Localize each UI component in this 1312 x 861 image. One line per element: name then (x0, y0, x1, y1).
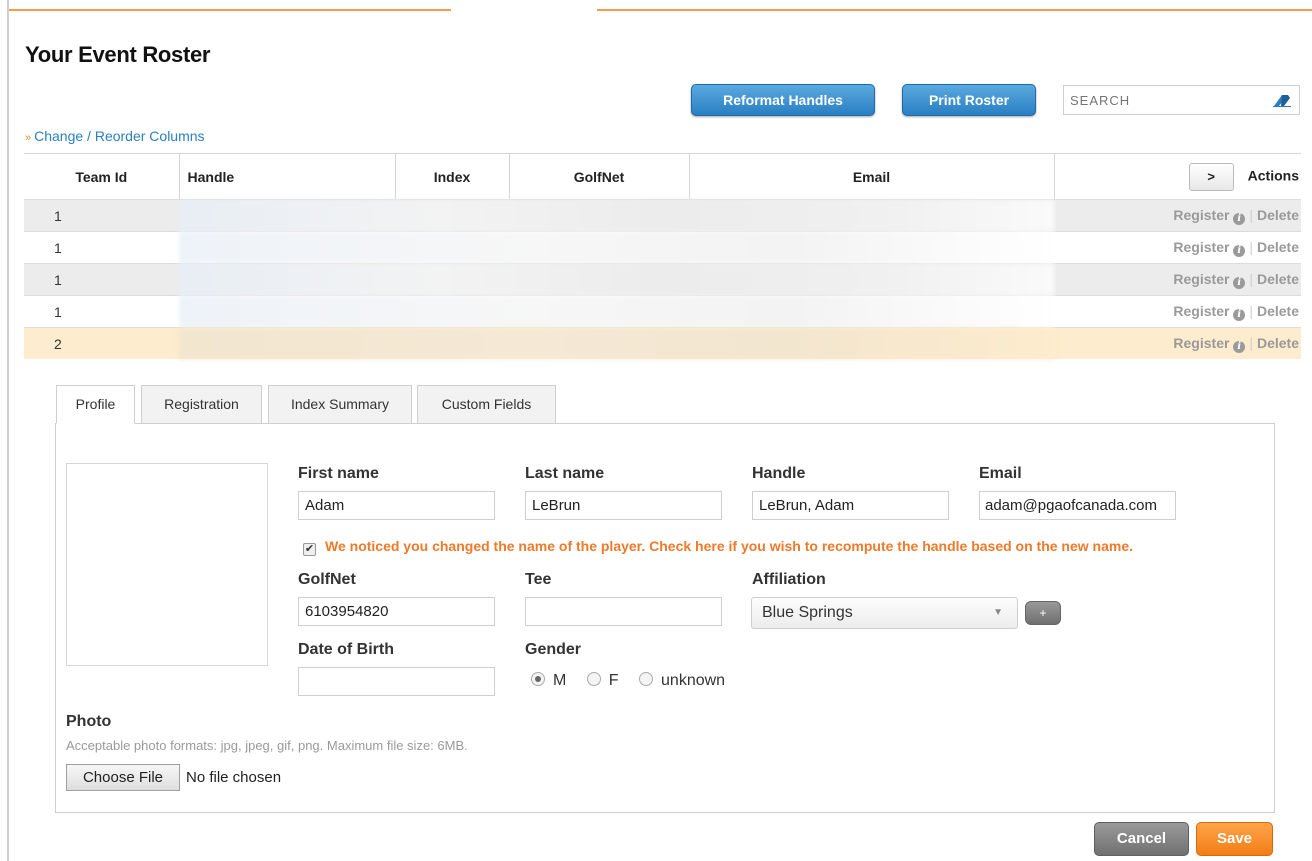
last-name-input[interactable]: LeBrun (525, 491, 722, 520)
left-border (7, 0, 9, 861)
team-id-cell: 1 (24, 295, 179, 328)
affiliation-value: Blue Springs (762, 604, 853, 621)
dob-input[interactable] (298, 667, 495, 696)
register-link[interactable]: Register (1173, 303, 1229, 319)
info-icon[interactable]: i (1233, 340, 1246, 353)
add-affiliation-button[interactable]: + (1025, 601, 1061, 625)
column-header-actions: > Actions (1053, 153, 1301, 200)
register-link[interactable]: Register (1173, 207, 1229, 223)
table-row-selected[interactable]: 2 Register i | Delete (24, 327, 1301, 359)
delete-link[interactable]: Delete (1257, 207, 1299, 223)
golfnet-label: GolfNet (298, 571, 356, 588)
golfnet-input[interactable]: 6103954820 (298, 597, 495, 626)
next-columns-button[interactable]: > (1188, 162, 1234, 191)
register-link[interactable]: Register (1173, 335, 1229, 351)
delete-link[interactable]: Delete (1257, 239, 1299, 255)
affiliation-select[interactable]: Blue Springs ▼ (751, 597, 1018, 629)
column-header-golfnet[interactable]: GolfNet (508, 153, 689, 200)
column-header-team-id[interactable]: Team Id (24, 153, 179, 200)
recompute-handle-notice: ✔ We noticed you changed the name of the … (303, 538, 1133, 556)
team-id-cell: 1 (24, 199, 179, 232)
search-box (1063, 85, 1300, 115)
gender-option-label: unknown (661, 672, 726, 689)
gender-radio-group: M F unknown (531, 672, 741, 690)
print-roster-button[interactable]: Print Roster (902, 84, 1036, 116)
eraser-icon[interactable] (1273, 93, 1291, 107)
register-link[interactable]: Register (1173, 271, 1229, 287)
table-row[interactable]: 1 Register i | Delete (24, 231, 1301, 264)
column-header-email[interactable]: Email (688, 153, 1054, 200)
table-row[interactable]: 1 Register i | Delete (24, 199, 1301, 232)
tab-profile[interactable]: Profile (56, 385, 135, 424)
gender-radio-f[interactable] (586, 672, 601, 686)
roster-table: Team Id Handle Index GolfNet Email > Acti… (24, 153, 1301, 359)
chevron-down-icon: ▼ (993, 607, 1003, 618)
first-name-label: First name (298, 465, 379, 482)
search-input[interactable] (1064, 86, 1259, 114)
email-input[interactable]: adam@pgaofcanada.com (979, 491, 1176, 520)
reformat-handles-button[interactable]: Reformat Handles (691, 84, 875, 116)
save-button[interactable]: Save (1196, 822, 1273, 856)
actions-cell: Register i | Delete (1054, 263, 1301, 296)
last-name-label: Last name (525, 465, 605, 482)
table-header-row: Team Id Handle Index GolfNet Email > Acti… (24, 153, 1301, 200)
register-link[interactable]: Register (1173, 239, 1229, 255)
delete-link[interactable]: Delete (1257, 335, 1299, 351)
change-reorder-columns-link[interactable]: » Change / Reorder Columns (25, 128, 205, 144)
handle-label: Handle (752, 465, 806, 482)
gender-radio-m[interactable] (531, 672, 545, 686)
page-title: Your Event Roster (25, 42, 211, 67)
photo-help-text: Acceptable photo formats: jpg, jpeg, gif… (66, 738, 468, 753)
table-row[interactable]: 1 Register i | Delete (24, 263, 1301, 296)
tab-registration[interactable]: Registration (141, 385, 262, 424)
delete-link[interactable]: Delete (1257, 271, 1299, 287)
actions-cell: Register i | Delete (1054, 295, 1301, 328)
gender-option-label: F (608, 672, 619, 689)
no-file-chosen-text: No file chosen (186, 769, 282, 786)
gender-option-label: M (553, 672, 567, 689)
top-divider (9, 9, 451, 11)
email-label: Email (979, 465, 1022, 482)
tab-custom-fields[interactable]: Custom Fields (417, 385, 556, 424)
double-chevron-down-icon: » (25, 132, 32, 144)
actions-label: Actions (1247, 167, 1299, 184)
team-id-cell: 1 (24, 231, 179, 264)
cancel-button[interactable]: Cancel (1094, 822, 1189, 856)
info-icon[interactable]: i (1233, 276, 1246, 289)
actions-cell: Register i | Delete (1054, 327, 1301, 359)
actions-cell: Register i | Delete (1054, 199, 1301, 232)
info-icon[interactable]: i (1233, 212, 1246, 225)
gender-label: Gender (525, 641, 582, 658)
choose-file-button[interactable]: Choose File (66, 764, 180, 791)
info-icon[interactable]: i (1233, 244, 1246, 257)
top-divider (597, 9, 1312, 11)
column-header-handle[interactable]: Handle (178, 153, 395, 200)
delete-link[interactable]: Delete (1257, 303, 1299, 319)
redacted-cells (179, 231, 1054, 264)
dob-label: Date of Birth (298, 641, 394, 658)
redacted-cells (179, 199, 1054, 232)
redacted-cells (179, 327, 1054, 359)
handle-input[interactable]: LeBrun, Adam (752, 491, 949, 520)
photo-preview (66, 463, 268, 666)
team-id-cell: 2 (24, 327, 179, 359)
first-name-input[interactable]: Adam (298, 491, 495, 520)
reorder-label: Change / Reorder Columns (34, 128, 205, 144)
redacted-cells (179, 295, 1054, 328)
redacted-cells (179, 263, 1054, 296)
actions-cell: Register i | Delete (1054, 231, 1301, 264)
tee-input[interactable] (525, 597, 722, 626)
tee-label: Tee (525, 571, 552, 588)
photo-label: Photo (66, 713, 112, 730)
table-row[interactable]: 1 Register i | Delete (24, 295, 1301, 328)
affiliation-label: Affiliation (752, 571, 826, 588)
gender-radio-unknown[interactable] (639, 672, 654, 686)
recompute-handle-checkbox[interactable]: ✔ (303, 543, 316, 556)
notice-text: We noticed you changed the name of the p… (325, 538, 1134, 554)
team-id-cell: 1 (24, 263, 179, 296)
column-header-index[interactable]: Index (394, 153, 509, 200)
info-icon[interactable]: i (1233, 308, 1246, 321)
tab-index-summary[interactable]: Index Summary (268, 385, 412, 424)
